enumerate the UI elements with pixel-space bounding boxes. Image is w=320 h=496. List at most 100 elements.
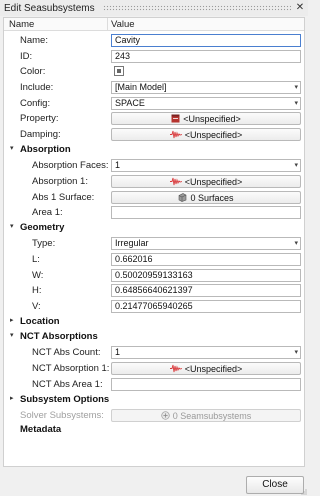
chevron-down-icon: ▾ (294, 100, 298, 107)
h-input[interactable]: 0.64856640621397 (111, 284, 301, 297)
row-nct-abs-count: NCT Abs Count: 1 ▾ (4, 345, 304, 360)
section-title-absorption: Absorption (20, 144, 71, 155)
solver-subsystems-button: 0 Seamsubsystems (111, 409, 301, 422)
damping-value: <Unspecified> (184, 129, 243, 140)
chevron-down-icon[interactable]: ▾ (10, 331, 18, 339)
chevron-down-icon: ▾ (294, 349, 298, 356)
section-absorption[interactable]: ▾ Absorption (4, 143, 304, 158)
row-h: H: 0.64856640621397 (4, 283, 304, 298)
id-input[interactable]: 243 (111, 50, 301, 63)
damping-icon (169, 130, 182, 139)
section-title-nct-absorptions: NCT Absorptions (20, 331, 98, 342)
absorption-faces-value: 1 (115, 160, 121, 170)
area-1-label: Area 1: (32, 207, 63, 218)
damping-label: Damping: (20, 129, 61, 140)
v-input[interactable]: 0.21477065940265 (111, 300, 301, 313)
w-input[interactable]: 0.50020959133163 (111, 269, 301, 282)
section-title-geometry: Geometry (20, 222, 65, 233)
l-label: L: (32, 254, 40, 265)
nct-absorption-1-value: <Unspecified> (184, 363, 243, 374)
solver-subsystems-value: 0 Seamsubsystems (172, 410, 252, 421)
chevron-right-icon[interactable]: ▸ (10, 394, 18, 402)
config-select[interactable]: SPACE ▾ (111, 97, 301, 110)
row-abs-1-surface: Abs 1 Surface: 0 Surfaces (4, 190, 304, 205)
name-label: Name: (20, 35, 48, 46)
row-l: L: 0.662016 (4, 252, 304, 267)
property-table: Name Value Name: Cavity ID: 243 Color: I… (3, 17, 305, 467)
nct-abs-area-1-label: NCT Abs Area 1: (32, 379, 103, 390)
section-title-location: Location (20, 316, 60, 327)
type-select-value: Irregular (115, 238, 149, 248)
absorption-1-label: Absorption 1: (32, 176, 88, 187)
title-drag-grip[interactable] (102, 5, 291, 11)
h-label: H: (32, 285, 42, 296)
row-v: V: 0.21477065940265 (4, 299, 304, 314)
type-select[interactable]: Irregular ▾ (111, 237, 301, 250)
row-id: ID: 243 (4, 49, 304, 64)
nct-abs-count-select[interactable]: 1 ▾ (111, 346, 301, 359)
window-title: Edit Seasubsystems (4, 2, 95, 14)
nct-abs-area-1-input[interactable] (111, 378, 301, 391)
absorption-faces-label: Absorption Faces: (32, 160, 109, 171)
solver-subsystems-label: Solver Subsystems: (20, 410, 104, 421)
column-header-name: Name (9, 19, 35, 30)
window-close-button[interactable]: ✕ (295, 0, 305, 16)
abs-1-surface-button[interactable]: 0 Surfaces (111, 191, 301, 204)
damping-button[interactable]: <Unspecified> (111, 128, 301, 141)
row-absorption-faces: Absorption Faces: 1 ▾ (4, 158, 304, 173)
absorption-faces-select[interactable]: 1 ▾ (111, 159, 301, 172)
nct-abs-count-value: 1 (115, 347, 121, 357)
row-solver-subsystems: Solver Subsystems: 0 Seamsubsystems (4, 408, 304, 423)
section-subsystem-options[interactable]: ▸ Subsystem Options (4, 393, 304, 408)
id-label: ID: (20, 51, 33, 62)
row-absorption-1: Absorption 1: <Unspecified> (4, 174, 304, 189)
section-location[interactable]: ▸ Location (4, 315, 304, 330)
row-config: Config: SPACE ▾ (4, 96, 304, 111)
title-bar[interactable]: Edit Seasubsystems ✕ (0, 0, 308, 16)
name-input[interactable]: Cavity (111, 34, 301, 47)
color-swatch-button[interactable] (114, 66, 124, 76)
property-icon (171, 114, 180, 123)
row-nct-abs-area-1: NCT Abs Area 1: (4, 377, 304, 392)
column-divider[interactable] (107, 18, 108, 31)
nct-abs-count-label: NCT Abs Count: (32, 347, 101, 358)
nct-absorption-1-label: NCT Absorption 1: (32, 363, 110, 374)
chevron-down-icon[interactable]: ▾ (10, 222, 18, 230)
row-name: Name: Cavity (4, 33, 304, 48)
color-swatch-fill (117, 69, 121, 73)
include-select[interactable]: [Main Model] ▾ (111, 81, 301, 94)
property-value: <Unspecified> (183, 113, 241, 124)
close-button[interactable]: Close (246, 476, 304, 494)
config-label: Config: (20, 98, 51, 109)
chevron-down-icon[interactable]: ▾ (10, 144, 18, 152)
area-1-input[interactable] (111, 206, 301, 219)
abs-1-surface-value: 0 Surfaces (190, 192, 234, 203)
section-metadata[interactable]: Metadata (4, 423, 304, 438)
section-nct-absorptions[interactable]: ▾ NCT Absorptions (4, 330, 304, 345)
chevron-down-icon: ▾ (294, 162, 298, 169)
l-input[interactable]: 0.662016 (111, 253, 301, 266)
include-select-value: [Main Model] (115, 82, 167, 92)
resize-grip-icon[interactable] (299, 487, 307, 495)
abs-1-surface-label: Abs 1 Surface: (32, 192, 95, 203)
config-select-value: SPACE (115, 98, 145, 108)
row-type: Type: Irregular ▾ (4, 236, 304, 251)
absorption-1-button[interactable]: <Unspecified> (111, 175, 301, 188)
absorption-icon (169, 364, 182, 373)
property-label: Property: (20, 113, 59, 124)
section-geometry[interactable]: ▾ Geometry (4, 221, 304, 236)
row-area-1: Area 1: (4, 205, 304, 220)
dialog-footer: Close (0, 470, 308, 496)
v-label: V: (32, 301, 41, 312)
add-circle-icon (161, 411, 170, 420)
include-label: Include: (20, 82, 54, 93)
chevron-down-icon: ▾ (294, 240, 298, 247)
property-button[interactable]: <Unspecified> (111, 112, 301, 125)
absorption-icon (169, 177, 182, 186)
row-include: Include: [Main Model] ▾ (4, 80, 304, 95)
section-title-subsystem-options: Subsystem Options (20, 394, 110, 405)
chevron-right-icon[interactable]: ▸ (10, 316, 18, 324)
absorption-1-value: <Unspecified> (184, 176, 243, 187)
nct-absorption-1-button[interactable]: <Unspecified> (111, 362, 301, 375)
row-w: W: 0.50020959133163 (4, 268, 304, 283)
